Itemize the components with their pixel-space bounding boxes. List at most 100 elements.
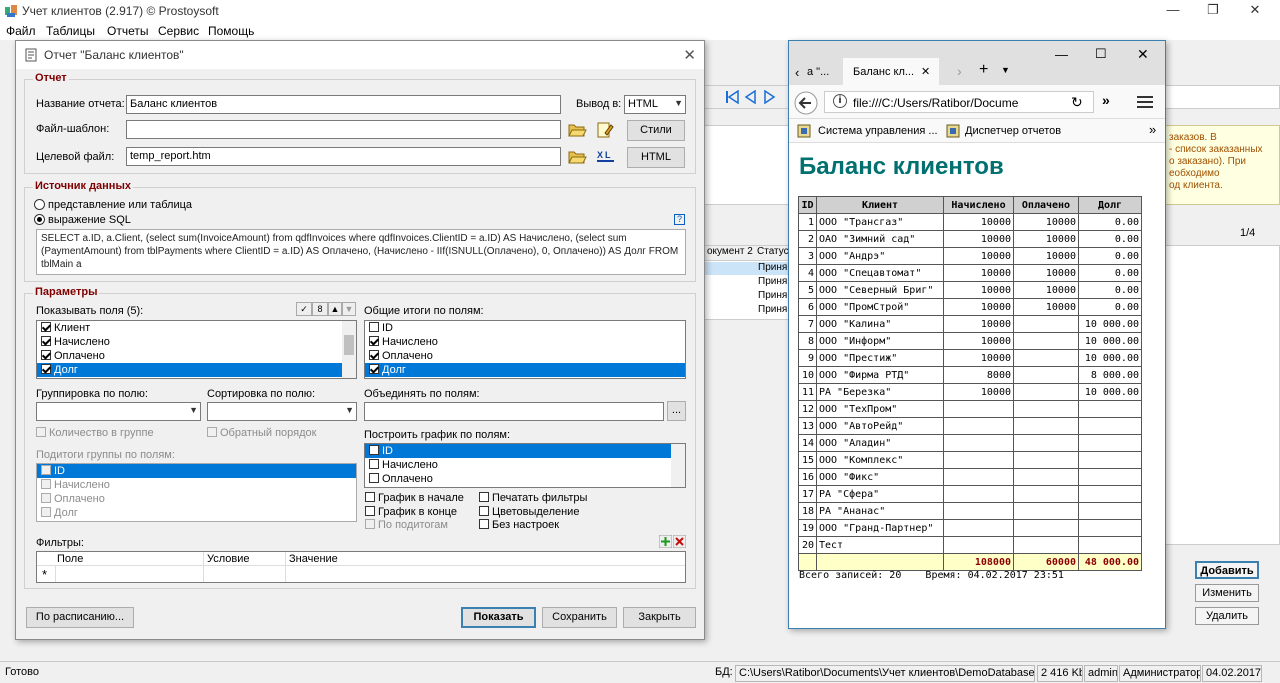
menu-tables[interactable]: Таблицы <box>46 24 95 38</box>
uncheck-all-icon[interactable]: 8 <box>312 302 328 316</box>
back-icon[interactable] <box>794 91 818 115</box>
checkbox[interactable] <box>365 492 375 502</box>
dialog-close-icon[interactable]: ✕ <box>683 46 696 64</box>
radio-view-circle[interactable] <box>34 199 45 210</box>
show-button[interactable]: Показать <box>461 607 536 628</box>
checkbox[interactable] <box>41 336 51 346</box>
nav-arrows-icon[interactable] <box>725 90 785 104</box>
styles-button[interactable]: Стили <box>627 120 685 141</box>
add-filter-icon[interactable] <box>659 535 672 548</box>
checkbox[interactable] <box>369 445 379 455</box>
menu-reports[interactable]: Отчеты <box>107 24 148 38</box>
delete-button[interactable]: Удалить <box>1195 607 1259 625</box>
report-name-input[interactable]: Баланс клиентов <box>126 95 561 114</box>
group-subtotals-list[interactable]: ID Начислено Оплачено Долг <box>36 463 357 522</box>
checkbox[interactable] <box>36 427 46 437</box>
overflow-chevron-icon[interactable]: » <box>1102 92 1110 108</box>
group-subtotal-item[interactable]: Долг <box>37 506 356 520</box>
checkbox[interactable] <box>369 322 379 332</box>
chart-field-item[interactable]: ID <box>365 444 685 458</box>
group-subtotal-item[interactable]: Оплачено <box>37 492 356 506</box>
checkbox[interactable] <box>207 427 217 437</box>
totals-item[interactable]: ID <box>365 321 685 335</box>
radio-sql-circle[interactable] <box>34 214 45 225</box>
scrollbar[interactable] <box>342 321 356 378</box>
reverse-order-checkbox[interactable]: Обратный порядок <box>207 427 316 439</box>
show-field-item[interactable]: Начислено <box>37 335 356 349</box>
color-highlight-checkbox[interactable]: Цветовыделение <box>479 506 579 518</box>
tab-close-icon[interactable]: ✕ <box>921 65 930 78</box>
folder-open-icon[interactable] <box>567 121 587 139</box>
browser-maximize-icon[interactable]: ☐ <box>1095 46 1107 62</box>
add-button[interactable]: Добавить <box>1195 561 1259 579</box>
totals-item[interactable]: Начислено <box>365 335 685 349</box>
count-in-group-checkbox[interactable]: Количество в группе <box>36 427 154 439</box>
totals-list[interactable]: ID Начислено Оплачено Долг <box>364 320 686 379</box>
checkbox[interactable] <box>369 364 379 374</box>
checkbox[interactable] <box>41 322 51 332</box>
checkbox[interactable] <box>41 493 51 503</box>
show-fields-list[interactable]: Клиент Начислено Оплачено Долг <box>36 320 357 379</box>
by-subtotals-checkbox[interactable]: По подитогам <box>365 519 448 531</box>
chart-field-item[interactable]: Начислено <box>365 458 685 472</box>
move-down-icon[interactable]: ▼ <box>342 302 356 316</box>
tabs-scroll-right-icon[interactable]: › <box>957 63 962 79</box>
radio-sql[interactable]: выражение SQL <box>34 214 131 226</box>
group-by-select[interactable]: ▼ <box>36 402 201 421</box>
checkbox[interactable] <box>41 479 51 489</box>
reload-icon[interactable]: ↻ <box>1071 94 1083 111</box>
check-all-icon[interactable]: ✓ <box>296 302 312 316</box>
chart-fields-list[interactable]: ID Начислено Оплачено <box>364 443 686 488</box>
bookmarks-overflow-icon[interactable]: » <box>1149 122 1156 137</box>
edit-template-icon[interactable] <box>596 121 614 139</box>
sort-by-select[interactable]: ▼ <box>207 402 357 421</box>
help-icon[interactable]: ? <box>674 214 685 225</box>
save-button[interactable]: Сохранить <box>542 607 617 628</box>
radio-view[interactable]: представление или таблица <box>34 199 192 211</box>
print-filters-checkbox[interactable]: Печатать фильтры <box>479 492 587 504</box>
no-settings-checkbox[interactable]: Без настроек <box>479 519 559 531</box>
tabs-scroll-left-icon[interactable]: ‹ <box>795 65 799 80</box>
close-dialog-button[interactable]: Закрыть <box>623 607 696 628</box>
group-subtotal-item[interactable]: Начислено <box>37 478 356 492</box>
browser-minimize-icon[interactable]: — <box>1055 47 1068 62</box>
menu-service[interactable]: Сервис <box>158 24 199 38</box>
checkbox[interactable] <box>479 519 489 529</box>
output-select[interactable]: HTML ▼ <box>624 95 686 114</box>
checkbox[interactable] <box>41 465 51 475</box>
tab-previous[interactable]: а "... <box>807 66 837 78</box>
minimize-button[interactable]: — <box>1158 2 1188 20</box>
filters-grid[interactable]: Поле Условие Значение * <box>36 551 686 583</box>
checkbox[interactable] <box>41 364 51 374</box>
checkbox[interactable] <box>365 506 375 516</box>
folder-open-icon[interactable] <box>567 148 587 166</box>
template-input[interactable] <box>126 120 561 139</box>
group-subtotal-item[interactable]: ID <box>37 464 356 478</box>
new-tab-icon[interactable]: + <box>979 61 988 79</box>
totals-item[interactable]: Долг <box>365 363 685 377</box>
checkbox[interactable] <box>369 350 379 360</box>
menu-icon[interactable] <box>1137 95 1153 109</box>
tabs-list-icon[interactable]: ▼ <box>1001 65 1010 75</box>
totals-item[interactable]: Оплачено <box>365 349 685 363</box>
info-icon[interactable]: i <box>833 94 847 108</box>
checkbox[interactable] <box>369 336 379 346</box>
chart-field-item[interactable]: Оплачено <box>365 472 685 486</box>
chart-end-checkbox[interactable]: График в конце <box>365 506 457 518</box>
edit-button[interactable]: Изменить <box>1195 584 1259 602</box>
checkbox[interactable] <box>369 459 379 469</box>
chart-start-checkbox[interactable]: График в начале <box>365 492 464 504</box>
bookmark-system[interactable]: Система управления ... <box>818 125 938 137</box>
show-field-item[interactable]: Клиент <box>37 321 356 335</box>
sql-textarea[interactable]: SELECT a.ID, a.Client, (select sum(Invoi… <box>36 229 686 275</box>
excel-icon[interactable]: XL <box>596 148 616 166</box>
delete-filter-icon[interactable] <box>673 535 686 548</box>
close-button[interactable]: ✕ <box>1240 2 1270 20</box>
scrollbar[interactable] <box>671 444 685 487</box>
url-bar[interactable]: i file:///C:/Users/Ratibor/Docume ↻ <box>824 91 1094 113</box>
move-up-icon[interactable]: ▲ <box>328 302 342 316</box>
maximize-button[interactable]: ❐ <box>1198 2 1228 20</box>
checkbox[interactable] <box>365 519 375 529</box>
menu-help[interactable]: Помощь <box>208 24 254 38</box>
bookmark-report-manager[interactable]: Диспетчер отчетов <box>965 125 1061 137</box>
